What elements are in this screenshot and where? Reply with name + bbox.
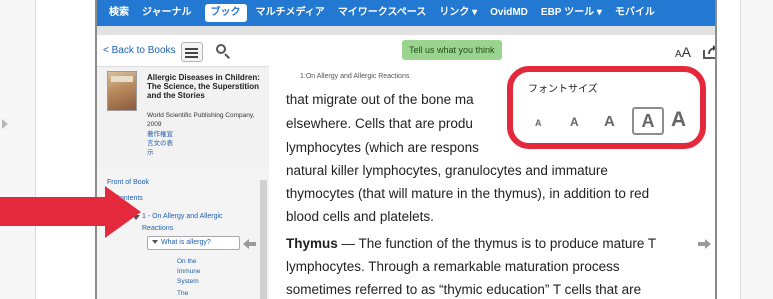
search-icon-ring — [216, 44, 226, 54]
font-size-icon[interactable]: AA — [675, 44, 691, 62]
previous-page-arrow-icon[interactable] — [243, 239, 256, 249]
toc-subsection[interactable]: On the — [177, 258, 197, 265]
nav-mobile[interactable]: モバイル — [615, 4, 655, 22]
body-text-line: blood cells and platelets. — [286, 209, 434, 224]
search-icon-handle — [224, 53, 230, 59]
thymus-definition: — The function of the thymus is to produ… — [337, 236, 657, 251]
book-publisher: World Scientific Publishing Company, 200… — [147, 112, 255, 128]
body-text-line: elsewhere. Cells that are produ — [286, 116, 473, 131]
list-icon-line — [187, 52, 198, 54]
toc-chapter-1[interactable]: 1 - On Allergy and Allergic — [142, 213, 223, 220]
font-size-option-l[interactable]: A — [632, 107, 664, 135]
screenshot: { "navbar": { "items": ["検索", "ジャーナル", "… — [0, 0, 773, 299]
toc-subsection[interactable]: Immune — [177, 268, 200, 275]
body-text-line: natural killer lymphocytes, granulocytes… — [286, 163, 608, 178]
collapse-arrow-icon — [152, 240, 158, 245]
font-size-popup-title: フォントサイズ — [528, 84, 598, 95]
toc-scrollbar[interactable] — [260, 180, 267, 299]
copyright-link-end[interactable]: 示 — [147, 146, 154, 156]
chevron-down-icon: ▾ — [596, 7, 602, 18]
back-to-books-link[interactable]: < Back to Books — [103, 45, 176, 56]
annotation-arrow-head — [105, 186, 141, 238]
body-text-line: that migrate out of the bone ma — [286, 92, 474, 107]
body-text-line: Thymus — The function of the thymus is t… — [286, 236, 656, 251]
list-icon-line — [187, 48, 198, 50]
font-size-option-xs[interactable]: A — [535, 118, 542, 128]
toc-front-of-book[interactable]: Front of Book — [107, 179, 149, 186]
feedback-button[interactable]: Tell us what you think — [402, 40, 502, 60]
nav-my-workspace[interactable]: マイワークスペース — [338, 4, 427, 22]
font-size-popup: フォントサイズ A A A A A — [507, 66, 706, 149]
body-text-line: lymphocytes. Through a remarkable matura… — [286, 259, 620, 274]
chapter-breadcrumb: 1:On Allergy and Allergic Reactions — [300, 73, 410, 80]
nav-books[interactable]: ブック — [204, 4, 247, 22]
book-cover-image — [107, 71, 137, 111]
term-thymus: Thymus — [286, 236, 338, 251]
toc-current-section-label: What is allergy? — [161, 239, 211, 246]
browser-viewport: 検索 ジャーナル ブック マルチメディア マイワークスペース リンク ▾ Ovi… — [95, 0, 717, 299]
search-icon[interactable] — [216, 44, 230, 59]
body-text-line: lymphocytes (which are respons — [286, 140, 479, 155]
background-panel-left — [0, 0, 36, 299]
nav-journals[interactable]: ジャーナル — [142, 4, 192, 22]
toc-toggle-button[interactable] — [181, 42, 203, 62]
nav-ovidmd[interactable]: OvidMD — [490, 4, 528, 22]
annotation-arrow-body — [0, 197, 105, 226]
main-nav-bar: 検索 ジャーナル ブック マルチメディア マイワークスペース リンク ▾ Ovi… — [97, 0, 715, 26]
nav-links[interactable]: リンク ▾ — [439, 4, 477, 22]
nav-ebp-tools-label: EBP ツール — [540, 7, 595, 18]
body-text-line: thymocytes (that will mature in the thym… — [286, 186, 650, 201]
font-size-option-m[interactable]: A — [604, 113, 615, 130]
chevron-down-icon: ▾ — [472, 7, 478, 18]
font-size-option-xl[interactable]: A — [671, 108, 686, 132]
nav-search[interactable]: 検索 — [109, 4, 129, 22]
nav-ebp-tools[interactable]: EBP ツール ▾ — [541, 4, 602, 22]
font-size-large-glyph: A — [681, 44, 692, 60]
nav-links-label: リンク — [439, 7, 470, 18]
font-size-small-glyph: A — [675, 49, 682, 60]
book-title: Allergic Diseases in Children: The Scien… — [147, 73, 260, 100]
background-panel-right — [740, 0, 773, 299]
toc-current-section[interactable]: What is allergy? — [147, 236, 240, 250]
book-cover-band — [111, 76, 133, 82]
chevron-right-icon — [2, 119, 8, 129]
toc-subsection[interactable]: System — [177, 278, 199, 285]
next-page-arrow-icon[interactable] — [698, 239, 711, 249]
share-icon[interactable] — [702, 44, 717, 60]
font-size-option-s[interactable]: A — [570, 115, 579, 129]
toc-chapter-1-cont[interactable]: Reactions — [142, 225, 173, 232]
top-navigation: 検索 ジャーナル ブック マルチメディア マイワークスペース リンク ▾ Ovi… — [97, 0, 715, 35]
list-icon-line — [187, 56, 198, 58]
toc-subsection[interactable]: The — [177, 290, 188, 297]
nav-multimedia[interactable]: マルチメディア — [256, 4, 325, 22]
body-text-line: sometimes referred to as “thymic educati… — [286, 282, 642, 297]
